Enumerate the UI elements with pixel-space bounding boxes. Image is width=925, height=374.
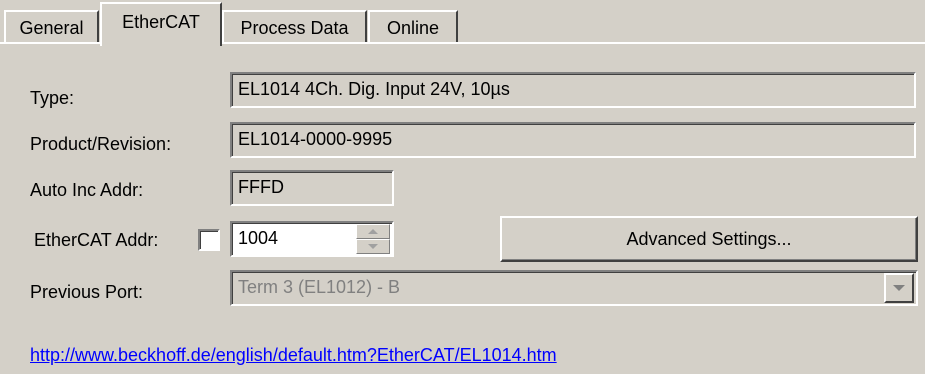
previous-port-value: Term 3 (EL1012) - B	[238, 277, 401, 297]
type-field: EL1014 4Ch. Dig. Input 24V, 10µs	[230, 72, 916, 108]
documentation-link[interactable]: http://www.beckhoff.de/english/default.h…	[30, 345, 557, 366]
auto-inc-addr-label: Auto Inc Addr:	[30, 180, 144, 200]
spinner-up-button[interactable]	[356, 224, 390, 239]
chevron-up-icon	[368, 229, 378, 234]
ethercat-addr-spinner[interactable]	[356, 224, 390, 254]
auto-inc-addr-field: FFFD	[230, 170, 394, 206]
product-revision-field: EL1014-0000-9995	[230, 122, 916, 158]
tab-process-data[interactable]: Process Data	[222, 10, 367, 44]
ethercat-addr-label: EtherCAT Addr:	[34, 230, 159, 250]
properties-dialog: General EtherCAT Process Data Online Typ…	[0, 0, 925, 374]
spinner-down-button[interactable]	[356, 239, 390, 254]
tab-general[interactable]: General	[4, 10, 99, 44]
chevron-down-icon	[368, 244, 378, 249]
tab-online[interactable]: Online	[368, 10, 458, 44]
dropdown-arrow-icon	[893, 285, 905, 291]
tab-ethercat[interactable]: EtherCAT	[100, 2, 222, 46]
type-label: Type:	[30, 88, 75, 108]
previous-port-combobox[interactable]: Term 3 (EL1012) - B	[230, 270, 918, 306]
previous-port-label: Previous Port:	[30, 282, 144, 302]
tab-strip: General EtherCAT Process Data Online	[0, 0, 925, 46]
product-revision-label: Product/Revision:	[30, 134, 172, 154]
previous-port-dropdown-button[interactable]	[884, 273, 914, 303]
advanced-settings-button[interactable]: Advanced Settings...	[500, 216, 918, 262]
ethercat-addr-checkbox[interactable]	[198, 229, 220, 251]
